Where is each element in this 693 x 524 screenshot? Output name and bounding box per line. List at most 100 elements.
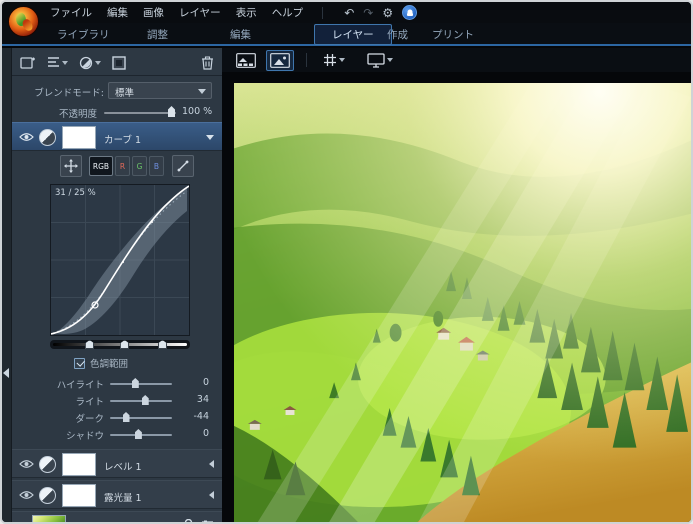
visibility-eye-icon[interactable] <box>19 490 34 500</box>
opacity-label: 不透明度 <box>12 106 97 120</box>
curves-layer-name[interactable]: カーブ 1 <box>104 132 141 146</box>
blend-mode-select[interactable]: 標準 <box>108 82 212 99</box>
curve-reset-button[interactable] <box>172 155 194 177</box>
shadow-slider[interactable] <box>110 434 172 436</box>
light-label: ライト <box>12 394 104 408</box>
layer-row-exposure[interactable]: 露光量 1 <box>12 480 222 509</box>
canvas-toolbar <box>222 48 691 72</box>
tonal-range-label: 色調範囲 <box>90 356 128 370</box>
channel-blue-button[interactable]: B <box>149 156 164 176</box>
light-slider-handle[interactable] <box>142 395 149 405</box>
tab-library[interactable]: ライブラリ <box>57 27 110 42</box>
lock-icon[interactable] <box>183 519 194 524</box>
dark-label: ダーク <box>12 411 104 425</box>
shadow-handle[interactable] <box>85 340 94 349</box>
menu-file[interactable]: ファイル <box>50 5 92 20</box>
layer-list-button[interactable] <box>47 56 68 69</box>
app-window: ファイル 編集 画像 レイヤー 表示 ヘルプ ↶ ↷ ⚙ ライブラリ 調整 編集… <box>0 0 693 524</box>
background-layer-thumbnail[interactable] <box>32 515 66 524</box>
notification-badge-icon[interactable] <box>402 5 417 20</box>
exposure-layer-name[interactable]: 露光量 1 <box>104 490 142 504</box>
adjustment-layer-icon <box>39 487 56 504</box>
levels-adjust-icon[interactable] <box>201 519 214 524</box>
tab-layers[interactable]: レイヤー <box>314 24 392 45</box>
app-logo-icon[interactable] <box>8 6 39 37</box>
highlight-slider[interactable] <box>110 383 172 385</box>
curve-gradient-bar[interactable] <box>50 340 190 349</box>
exposure-layer-thumbnail[interactable] <box>62 484 96 507</box>
layer-row-levels[interactable]: レベル 1 <box>12 449 222 478</box>
tab-create[interactable]: 作成 <box>387 27 408 42</box>
layers-panel: ブレンドモード: 標準 不透明度 100 % カーブ 1 <box>2 48 222 522</box>
photo-mountain-landscape[interactable] <box>234 83 691 522</box>
delete-layer-button[interactable] <box>201 55 214 70</box>
menu-layer[interactable]: レイヤー <box>179 5 221 20</box>
curve-graph[interactable]: 31 / 25 % <box>50 184 190 336</box>
panel-collapse-arrow-icon[interactable] <box>3 368 9 378</box>
curve-plot[interactable] <box>51 185 189 335</box>
channel-rgb-button[interactable]: RGB <box>89 156 113 176</box>
caret-down-icon <box>339 58 345 62</box>
dark-slider[interactable] <box>110 417 172 419</box>
levels-layer-thumbnail[interactable] <box>62 453 96 476</box>
menu-view[interactable]: 表示 <box>236 5 257 20</box>
collapse-caret-icon[interactable] <box>206 135 214 140</box>
canvas-area[interactable] <box>222 72 691 522</box>
single-image-view-button[interactable] <box>266 50 294 71</box>
visibility-eye-icon[interactable] <box>19 132 34 142</box>
light-slider[interactable] <box>110 400 172 402</box>
tonal-range-row: 色調範囲 <box>74 356 128 370</box>
channel-red-button[interactable]: R <box>115 156 130 176</box>
pan-tool-button[interactable] <box>60 155 82 177</box>
expand-caret-icon[interactable] <box>209 491 214 499</box>
chevron-down-icon <box>198 89 206 94</box>
redo-icon[interactable]: ↷ <box>363 7 373 19</box>
display-preview-button[interactable] <box>363 50 397 71</box>
blend-mode-value: 標準 <box>115 88 134 99</box>
settings-gear-icon[interactable]: ⚙ <box>382 7 393 19</box>
curve-editor: RGB R G B 31 / 25 % <box>12 151 222 449</box>
new-layer-button[interactable] <box>20 55 36 70</box>
new-adjustment-layer-button[interactable] <box>79 56 101 70</box>
slider-row-shadow: シャドウ 0 <box>12 426 222 442</box>
slider-row-light: ライト 34 <box>12 392 222 408</box>
expand-caret-icon[interactable] <box>209 460 214 468</box>
tonal-range-checkbox[interactable] <box>74 358 85 369</box>
levels-layer-name[interactable]: レベル 1 <box>104 459 142 473</box>
opacity-slider[interactable] <box>104 112 176 114</box>
caret-down-icon <box>387 58 393 62</box>
blend-mode-label: ブレンドモード: <box>12 85 104 99</box>
tab-adjust[interactable]: 調整 <box>147 27 168 42</box>
layer-row-background[interactable]: 背景 <box>12 511 222 524</box>
organizer-view-button[interactable] <box>232 50 260 71</box>
mask-layer-button[interactable] <box>112 56 126 70</box>
opacity-value: 100 % <box>182 106 212 117</box>
channel-green-button[interactable]: G <box>132 156 147 176</box>
opacity-slider-handle[interactable] <box>168 106 175 117</box>
dark-value: -44 <box>193 411 209 422</box>
menu-edit[interactable]: 編集 <box>107 5 128 20</box>
visibility-eye-icon[interactable] <box>19 459 34 469</box>
midtone-handle[interactable] <box>120 340 129 349</box>
caret-down-icon <box>62 61 68 65</box>
menu-image[interactable]: 画像 <box>143 5 164 20</box>
opacity-row: 不透明度 100 % <box>12 104 222 120</box>
undo-icon[interactable]: ↶ <box>344 7 354 19</box>
highlight-value: 0 <box>203 377 209 388</box>
menu-bar: ファイル 編集 画像 レイヤー 表示 ヘルプ ↶ ↷ ⚙ <box>2 2 691 23</box>
panel-edge-strip <box>2 48 12 522</box>
dark-slider-handle[interactable] <box>123 412 130 422</box>
workspace-tab-bar: ライブラリ 調整 編集 レイヤー 作成 プリント <box>2 23 691 46</box>
curves-layer-thumbnail[interactable] <box>62 126 96 149</box>
layer-row-curves[interactable]: カーブ 1 <box>12 122 222 151</box>
shadow-label: シャドウ <box>12 428 104 442</box>
light-value: 34 <box>197 394 209 405</box>
grid-overlay-button[interactable] <box>319 50 349 70</box>
highlight-handle[interactable] <box>158 340 167 349</box>
shadow-slider-handle[interactable] <box>135 429 142 439</box>
slider-row-highlight: ハイライト 0 <box>12 375 222 391</box>
highlight-slider-handle[interactable] <box>132 378 139 388</box>
menu-help[interactable]: ヘルプ <box>272 5 304 20</box>
tab-edit[interactable]: 編集 <box>230 27 251 42</box>
tab-print[interactable]: プリント <box>432 27 474 42</box>
